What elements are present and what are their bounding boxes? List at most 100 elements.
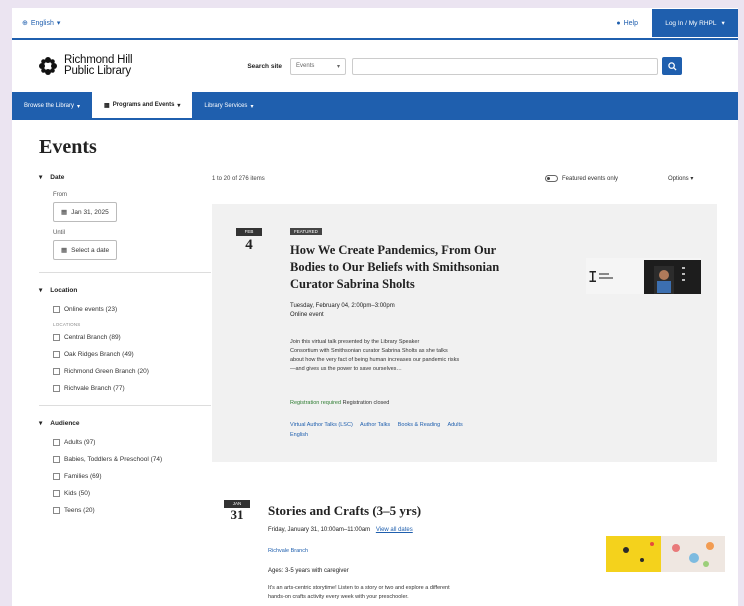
nav-label: Library Services bbox=[204, 103, 248, 109]
filter-checkbox-location[interactable]: Richvale Branch (77) bbox=[53, 384, 211, 393]
checkbox[interactable] bbox=[53, 351, 60, 358]
filter-checkbox-audience[interactable]: Adults (97) bbox=[53, 438, 211, 447]
date-until-label: Until bbox=[53, 230, 66, 236]
tag-link[interactable]: Adults bbox=[447, 422, 462, 428]
checkbox[interactable] bbox=[53, 439, 60, 446]
checkbox-label: Teens (20) bbox=[64, 507, 95, 514]
facet-audience-toggle[interactable]: ▾ Audience bbox=[39, 416, 211, 430]
view-all-dates-link[interactable]: View all dates bbox=[376, 527, 413, 533]
date-until-picker[interactable]: ▦ Select a date bbox=[53, 240, 118, 260]
checkbox[interactable] bbox=[53, 368, 60, 375]
event-description: It's an arts-centric storytime! Listen t… bbox=[268, 584, 598, 602]
event-title-link[interactable]: How We Create Pandemics, From Our Bodies… bbox=[290, 242, 580, 293]
filter-checkbox-location[interactable]: Richmond Green Branch (20) bbox=[53, 367, 211, 376]
event-location-link[interactable]: Richvale Branch bbox=[268, 546, 308, 556]
checkbox-label: Richvale Branch (77) bbox=[64, 385, 125, 392]
filter-sidebar: ▾ Date From ▦ Jan 31, 2025 Until ▦ Selec… bbox=[39, 170, 211, 523]
facet-heading: Date bbox=[50, 173, 65, 181]
chevron-down-icon: ▾ bbox=[177, 102, 181, 109]
nav-programs-events[interactable]: ▦ Programs and Events ▾ bbox=[92, 92, 193, 120]
filter-checkbox-online[interactable]: Online events (23) bbox=[53, 305, 211, 314]
event-thumbnail[interactable] bbox=[606, 536, 725, 572]
filter-checkbox-location[interactable]: Central Branch (89) bbox=[53, 333, 211, 342]
featured-toggle[interactable]: Featured events only bbox=[545, 175, 618, 182]
checkbox[interactable] bbox=[53, 456, 60, 463]
date-from-picker[interactable]: ▦ Jan 31, 2025 bbox=[53, 202, 117, 222]
options-menu[interactable]: Options ▾ bbox=[668, 175, 693, 182]
main-nav: Browse the Library ▾ ▦ Programs and Even… bbox=[12, 92, 738, 120]
event-day: 4 bbox=[245, 237, 253, 253]
login-label: Log In / My RHPL bbox=[665, 19, 717, 27]
event-title-line: How We Create Pandemics, From Our bbox=[290, 243, 497, 257]
checkbox[interactable] bbox=[53, 385, 60, 392]
nav-browse-library[interactable]: Browse the Library ▾ bbox=[12, 92, 92, 120]
library-logo[interactable]: Richmond Hill Public Library bbox=[38, 54, 133, 77]
logo-line-2: Public Library bbox=[64, 65, 131, 77]
date-from-label: From bbox=[53, 192, 67, 198]
filter-checkbox-audience[interactable]: Teens (20) bbox=[53, 506, 211, 515]
tag-link[interactable]: Books & Reading bbox=[398, 422, 441, 428]
checkbox[interactable] bbox=[53, 507, 60, 514]
login-button[interactable]: Log In / My RHPL ▾ bbox=[652, 9, 738, 37]
site-header: Richmond Hill Public Library Search site… bbox=[12, 40, 738, 92]
checkbox-label: Central Branch (89) bbox=[64, 334, 121, 341]
desc-line: Consortium with Smithsonian curator Sabr… bbox=[290, 348, 448, 354]
event-time-row: Friday, January 31, 10:00am–11:00am View… bbox=[268, 526, 413, 535]
chevron-down-icon: ▾ bbox=[250, 103, 254, 110]
event-thumbnail[interactable] bbox=[586, 258, 701, 294]
event-month: FEB bbox=[236, 228, 262, 236]
desc-line: about how the very fact of being human i… bbox=[290, 357, 460, 363]
event-card-featured[interactable]: FEB 4 FEATURED How We Create Pandemics, … bbox=[212, 204, 717, 462]
facet-location-toggle[interactable]: ▾ Location bbox=[39, 283, 211, 297]
checkbox[interactable] bbox=[53, 490, 60, 497]
event-tags: Virtual Author Talks (LSC) Author Talks … bbox=[290, 420, 590, 440]
filter-checkbox-audience[interactable]: Kids (50) bbox=[53, 489, 211, 498]
chevron-down-icon: ▾ bbox=[690, 176, 694, 182]
checkbox[interactable] bbox=[53, 334, 60, 341]
calendar-icon: ▦ bbox=[104, 102, 110, 109]
nav-library-services[interactable]: Library Services ▾ bbox=[192, 92, 265, 120]
search-label: Search site bbox=[247, 62, 283, 70]
tag-link[interactable]: Virtual Author Talks (LSC) bbox=[290, 422, 353, 428]
page-title: Events bbox=[39, 136, 97, 158]
utility-bar: ⊕ English ▾ ● Help Log In / My RHPL ▾ bbox=[12, 8, 738, 40]
filter-checkbox-location[interactable]: Oak Ridges Branch (49) bbox=[53, 350, 211, 359]
facet-date-toggle[interactable]: ▾ Date bbox=[39, 170, 211, 184]
event-meta: Tuesday, February 04, 2:00pm–3:00pm Onli… bbox=[290, 302, 395, 320]
chevron-down-icon: ▾ bbox=[39, 287, 43, 294]
date-until-value: Select a date bbox=[71, 246, 110, 254]
toggle-switch[interactable] bbox=[545, 175, 558, 182]
event-date-badge: FEB 4 bbox=[236, 228, 262, 254]
event-title-line: Bodies to Our Beliefs with Smithsonian bbox=[290, 260, 500, 274]
help-link[interactable]: ● Help bbox=[616, 20, 638, 27]
chevron-down-icon: ▾ bbox=[721, 20, 725, 27]
help-icon: ● bbox=[616, 19, 621, 27]
event-title-link[interactable]: Stories and Crafts (3–5 yrs) bbox=[268, 502, 421, 519]
chevron-down-icon: ▾ bbox=[337, 63, 341, 70]
page: ⊕ English ▾ ● Help Log In / My RHPL ▾ Ri… bbox=[12, 8, 738, 606]
search-input[interactable] bbox=[352, 57, 659, 75]
event-card[interactable]: JAN 31 Stories and Crafts (3–5 yrs) Frid… bbox=[212, 478, 725, 606]
registration-note: Registration closed bbox=[342, 400, 390, 406]
chevron-down-icon: ▾ bbox=[56, 20, 61, 27]
search-scope-select[interactable]: Events ▾ bbox=[290, 57, 347, 75]
search-button[interactable] bbox=[662, 57, 683, 75]
globe-icon: ⊕ bbox=[22, 20, 28, 27]
checkbox[interactable] bbox=[53, 473, 60, 480]
registration-required: Registration required bbox=[290, 400, 342, 406]
event-date-badge: JAN 31 bbox=[224, 500, 250, 522]
event-description: Join this virtual talk presented by the … bbox=[290, 338, 590, 374]
checkbox-label: Oak Ridges Branch (49) bbox=[64, 351, 134, 358]
desc-line: —and gives us the power to save ourselve… bbox=[290, 366, 402, 372]
language-tag-link[interactable]: English bbox=[290, 432, 308, 438]
facet-heading: Audience bbox=[50, 419, 80, 427]
filter-checkbox-audience[interactable]: Families (69) bbox=[53, 472, 211, 481]
filter-checkbox-audience[interactable]: Babies, Toddlers & Preschool (74) bbox=[53, 455, 211, 464]
checkbox[interactable] bbox=[53, 306, 60, 313]
chevron-down-icon: ▾ bbox=[39, 420, 43, 427]
language-selector[interactable]: ⊕ English ▾ bbox=[22, 19, 61, 28]
event-time: Friday, January 31, 10:00am–11:00am bbox=[268, 527, 371, 533]
tag-link[interactable]: Author Talks bbox=[360, 422, 390, 428]
logo-mark-icon bbox=[39, 57, 57, 75]
registration-status: Registration required Registration close… bbox=[290, 400, 389, 406]
